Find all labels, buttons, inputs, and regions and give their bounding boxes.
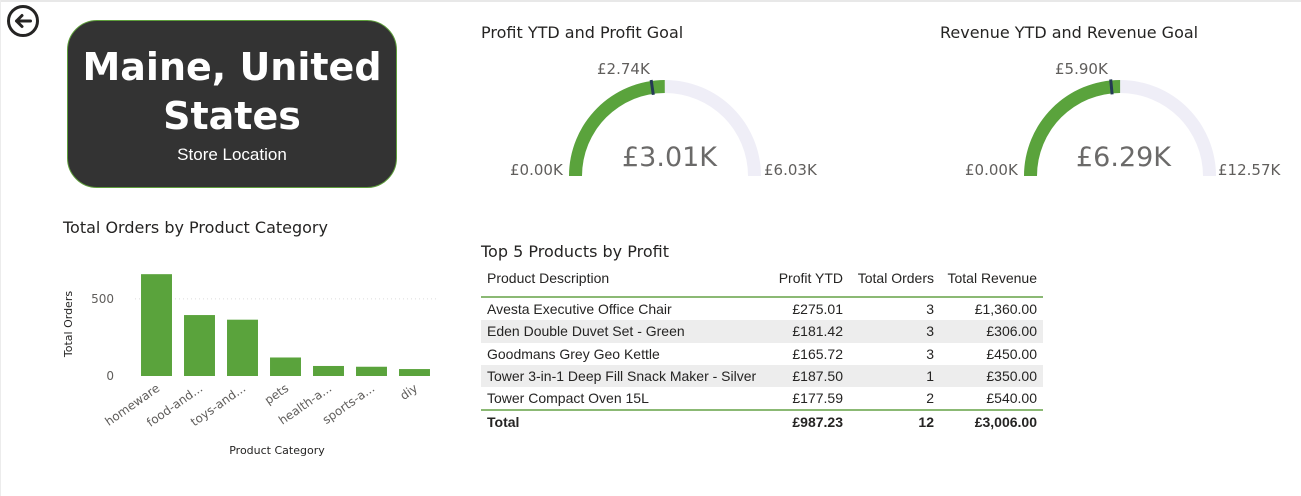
column-header-revenue[interactable]: Total Revenue: [947, 270, 1037, 286]
bar-diy: [399, 369, 430, 376]
table-row[interactable]: Goodmans Grey Geo Kettle £165.72 3 £450.…: [481, 343, 1043, 365]
cell-product: Tower 3-in-1 Deep Fill Snack Maker - Sil…: [487, 367, 757, 384]
orders-chart-title: Total Orders by Product Category: [63, 218, 328, 237]
cell-product: Eden Double Duvet Set - Green: [487, 323, 685, 340]
bar-healtha: [313, 365, 344, 376]
cell-orders: 3: [926, 301, 934, 317]
profit-gauge-target-marker: [649, 79, 655, 96]
bar-toysand: [227, 319, 258, 376]
total-profit: £987.23: [792, 414, 843, 431]
profit-gauge-title: Profit YTD and Profit Goal: [481, 23, 684, 42]
back-arrow-icon[interactable]: [6, 4, 40, 38]
revenue-gauge-title: Revenue YTD and Revenue Goal: [940, 23, 1199, 42]
top-products-table[interactable]: Product Description Profit YTD Total Ord…: [481, 266, 1043, 433]
cell-profit: £187.50: [792, 367, 843, 384]
column-header-orders[interactable]: Total Orders: [858, 270, 934, 286]
x-tick-label: diy: [397, 381, 420, 403]
cell-orders: 3: [926, 345, 934, 362]
bar-pets: [270, 357, 301, 376]
profit-gauge-target-label: £2.74K: [597, 60, 650, 78]
table-row[interactable]: Tower Compact Oven 15L £177.59 2 £540.00: [481, 387, 1043, 409]
revenue-gauge-max-label: £12.57K: [1218, 161, 1281, 179]
store-location-line1: Maine, United: [82, 45, 382, 89]
bar-sportsa: [356, 366, 387, 376]
table-title: Top 5 Products by Profit: [481, 242, 669, 261]
cell-revenue: £1,360.00: [974, 301, 1037, 317]
cell-profit: £181.42: [792, 323, 843, 340]
cell-orders: 1: [926, 367, 934, 384]
revenue-gauge-target-label: £5.90K: [1055, 60, 1108, 78]
y-axis-title: Total Orders: [62, 291, 75, 358]
cell-profit: £165.72: [792, 345, 843, 362]
store-location-card: Maine, United States Store Location: [67, 20, 397, 188]
profit-gauge-value: £3.01K: [622, 142, 718, 173]
revenue-gauge-value: £6.29K: [1076, 142, 1172, 173]
profit-gauge-max-label: £6.03K: [764, 161, 817, 179]
table-total-row: Total £987.23 12 £3,006.00: [481, 409, 1043, 433]
table-row[interactable]: Eden Double Duvet Set - Green £181.42 3 …: [481, 320, 1043, 343]
cell-profit: £177.59: [792, 390, 843, 407]
cell-revenue: £306.00: [986, 323, 1037, 340]
profit-gauge-min-label: £0.00K: [510, 161, 563, 179]
table-row[interactable]: Avesta Executive Office Chair £275.01 3 …: [481, 298, 1043, 320]
left-border: [0, 0, 1, 496]
cell-profit: £275.01: [792, 301, 843, 317]
cell-product: Goodmans Grey Geo Kettle: [487, 345, 660, 362]
cell-product: Tower Compact Oven 15L: [487, 390, 649, 407]
x-axis-title: Product Category: [229, 444, 325, 457]
table-row[interactable]: Tower 3-in-1 Deep Fill Snack Maker - Sil…: [481, 364, 1043, 388]
revenue-gauge-min-label: £0.00K: [965, 161, 1018, 179]
total-label: Total: [487, 414, 520, 431]
y-tick-label: 0: [106, 369, 114, 383]
cell-revenue: £350.00: [986, 367, 1037, 384]
orders-by-category-chart[interactable]: 0500Total Ordershomewarefood-and...toys-…: [58, 260, 448, 470]
bar-foodand: [184, 315, 215, 376]
top-border: [0, 0, 1301, 2]
x-tick-label: pets: [262, 381, 291, 407]
column-header-profit[interactable]: Profit YTD: [779, 270, 843, 286]
store-location-title: Maine, United States: [68, 43, 396, 141]
revenue-gauge-target-marker: [1109, 79, 1114, 95]
total-revenue: £3,006.00: [974, 414, 1037, 431]
table-header-row: Product Description Profit YTD Total Ord…: [481, 266, 1043, 296]
cell-revenue: £450.00: [986, 345, 1037, 362]
cell-revenue: £540.00: [986, 390, 1037, 407]
cell-orders: 2: [926, 390, 934, 407]
store-location-line2: States: [163, 94, 301, 138]
bar-homeware: [141, 274, 172, 376]
cell-orders: 3: [926, 323, 934, 340]
cell-product: Avesta Executive Office Chair: [487, 301, 672, 317]
y-tick-label: 500: [91, 292, 114, 306]
total-orders: 12: [918, 414, 934, 431]
column-header-product[interactable]: Product Description: [487, 270, 609, 286]
store-location-subtitle: Store Location: [177, 145, 287, 164]
